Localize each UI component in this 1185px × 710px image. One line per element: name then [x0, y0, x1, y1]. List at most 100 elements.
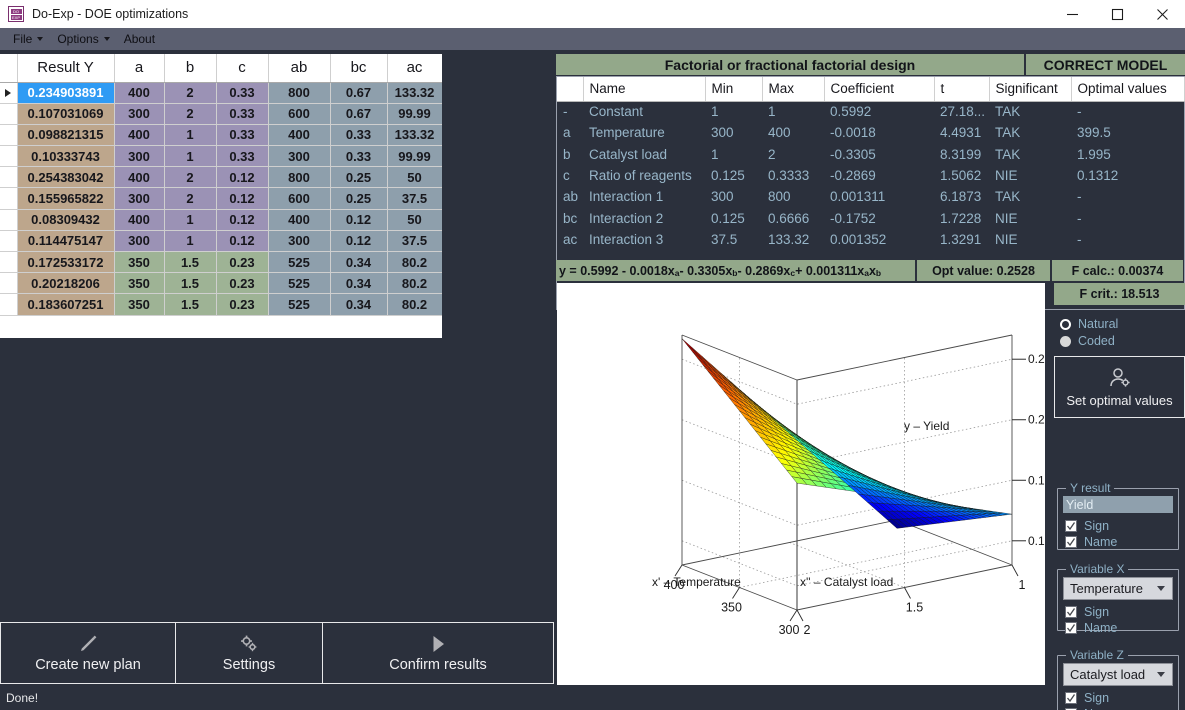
table-row[interactable]: ab Interaction 1 300 800 0.001311 6.1873 TAK - — [557, 186, 1184, 207]
col-optimal[interactable]: Optimal values — [1071, 77, 1185, 102]
cell-significant[interactable]: NIE — [989, 165, 1071, 186]
cell-coefficient[interactable]: -0.3305 — [824, 144, 934, 165]
close-button[interactable] — [1140, 0, 1185, 28]
table-row[interactable]: 0.098821315 400 1 0.33 400 0.33 133.32 — [0, 124, 442, 147]
radio-natural[interactable]: Natural — [1060, 316, 1181, 332]
cell-optimal[interactable]: - — [1071, 186, 1184, 207]
cell-optimal[interactable]: - — [1071, 229, 1184, 250]
cell-min[interactable]: 300 — [705, 122, 762, 143]
confirm-results-button[interactable]: Confirm results — [322, 622, 554, 684]
cell-coefficient[interactable]: 0.001311 — [824, 186, 934, 207]
row-selector[interactable] — [0, 145, 18, 168]
cell-max[interactable]: 0.3333 — [762, 165, 824, 186]
cell-bc[interactable]: 0.34 — [330, 272, 388, 295]
cell-b[interactable]: 1 — [164, 145, 217, 168]
cell-key[interactable]: b — [557, 144, 583, 165]
cell-ac[interactable]: 80.2 — [387, 251, 442, 274]
cell-name[interactable]: Temperature — [583, 122, 705, 143]
table-row[interactable]: 0.107031069 300 2 0.33 600 0.67 99.99 — [0, 103, 442, 125]
cell-ac[interactable]: 37.5 — [387, 187, 442, 210]
cell-bc[interactable]: 0.67 — [330, 103, 388, 125]
surface-plot[interactable]: 0.10.150.20.25y – Yield40035030021.51x' … — [557, 283, 1045, 685]
cell-t[interactable]: 1.7228 — [934, 207, 989, 228]
cell-bc[interactable]: 0.67 — [330, 82, 388, 104]
cell-t[interactable]: 8.3199 — [934, 144, 989, 165]
cell-result-y[interactable]: 0.234903891 — [17, 82, 115, 104]
results-grid[interactable]: Result Y a b c ab bc ac 0.234903891 400 2 0… — [0, 54, 442, 338]
col-min[interactable]: Min — [705, 77, 763, 102]
cell-key[interactable]: ac — [557, 229, 583, 250]
col-bc[interactable]: bc — [330, 54, 388, 83]
maximize-button[interactable] — [1095, 0, 1140, 28]
row-selector[interactable] — [0, 272, 18, 295]
col-b[interactable]: b — [164, 54, 217, 83]
cell-result-y[interactable]: 0.098821315 — [17, 124, 115, 147]
col-ab[interactable]: ab — [268, 54, 331, 83]
cell-bc[interactable]: 0.12 — [330, 209, 388, 231]
cell-name[interactable]: Catalyst load — [583, 144, 705, 165]
cell-result-y[interactable]: 0.10333743 — [17, 145, 115, 168]
cell-result-y[interactable]: 0.107031069 — [17, 103, 115, 125]
cell-bc[interactable]: 0.33 — [330, 145, 388, 168]
cell-key[interactable]: bc — [557, 207, 583, 228]
cell-a[interactable]: 400 — [114, 124, 165, 147]
cell-min[interactable]: 37.5 — [705, 229, 762, 250]
cell-significant[interactable]: TAK — [989, 186, 1071, 207]
cell-key[interactable]: c — [557, 165, 583, 186]
cell-ac[interactable]: 37.5 — [387, 230, 442, 253]
cell-max[interactable]: 1 — [762, 101, 824, 122]
cell-min[interactable]: 0.125 — [705, 207, 762, 228]
cell-c[interactable]: 0.23 — [216, 293, 269, 316]
table-row[interactable]: 0.183607251 350 1.5 0.23 525 0.34 80.2 — [0, 293, 442, 316]
set-optimal-values-button[interactable]: Set optimal values — [1054, 356, 1185, 418]
cell-name[interactable]: Interaction 1 — [583, 186, 705, 207]
y-result-sign-checkbox[interactable]: Sign — [1065, 518, 1109, 533]
cell-b[interactable]: 1.5 — [164, 251, 217, 274]
variable-x-name-checkbox[interactable]: Name — [1065, 620, 1117, 635]
cell-min[interactable]: 1 — [705, 144, 762, 165]
cell-ab[interactable]: 525 — [268, 251, 331, 274]
col-result-y[interactable]: Result Y — [17, 54, 115, 83]
cell-t[interactable]: 6.1873 — [934, 186, 989, 207]
cell-ac[interactable]: 50 — [387, 166, 442, 189]
row-selector[interactable] — [0, 230, 18, 253]
cell-ac[interactable]: 99.99 — [387, 145, 442, 168]
cell-bc[interactable]: 0.33 — [330, 124, 388, 147]
radio-coded[interactable]: Coded — [1060, 333, 1181, 349]
cell-a[interactable]: 300 — [114, 145, 165, 168]
cell-ab[interactable]: 800 — [268, 166, 331, 189]
cell-ac[interactable]: 50 — [387, 209, 442, 231]
row-selector[interactable] — [0, 166, 18, 189]
table-row[interactable]: 0.114475147 300 1 0.12 300 0.12 37.5 — [0, 230, 442, 253]
cell-c[interactable]: 0.33 — [216, 145, 269, 168]
col-coefficient[interactable]: Coefficient — [824, 77, 935, 102]
row-selector[interactable] — [0, 82, 18, 104]
minimize-button[interactable] — [1050, 0, 1095, 28]
cell-name[interactable]: Interaction 3 — [583, 229, 705, 250]
cell-ab[interactable]: 600 — [268, 187, 331, 210]
cell-a[interactable]: 300 — [114, 103, 165, 125]
cell-name[interactable]: Ratio of reagents — [583, 165, 705, 186]
cell-min[interactable]: 300 — [705, 186, 762, 207]
cell-ab[interactable]: 525 — [268, 293, 331, 316]
cell-name[interactable]: Interaction 2 — [583, 207, 705, 228]
cell-b[interactable]: 1.5 — [164, 293, 217, 316]
table-row[interactable]: a Temperature 300 400 -0.0018 4.4931 TAK 399.5 — [557, 122, 1184, 143]
cell-b[interactable]: 2 — [164, 187, 217, 210]
variable-x-sign-checkbox[interactable]: Sign — [1065, 604, 1109, 619]
cell-c[interactable]: 0.23 — [216, 251, 269, 274]
col-name[interactable]: Name — [583, 77, 706, 102]
cell-ac[interactable]: 133.32 — [387, 124, 442, 147]
cell-c[interactable]: 0.12 — [216, 187, 269, 210]
table-row[interactable]: b Catalyst load 1 2 -0.3305 8.3199 TAK 1.995 — [557, 144, 1184, 165]
cell-b[interactable]: 2 — [164, 103, 217, 125]
cell-ab[interactable]: 300 — [268, 145, 331, 168]
cell-b[interactable]: 2 — [164, 82, 217, 104]
cell-a[interactable]: 400 — [114, 209, 165, 231]
cell-bc[interactable]: 0.25 — [330, 187, 388, 210]
cell-result-y[interactable]: 0.114475147 — [17, 230, 115, 253]
cell-a[interactable]: 350 — [114, 272, 165, 295]
row-selector[interactable] — [0, 293, 18, 316]
col-a[interactable]: a — [114, 54, 165, 83]
cell-significant[interactable]: TAK — [989, 101, 1071, 122]
